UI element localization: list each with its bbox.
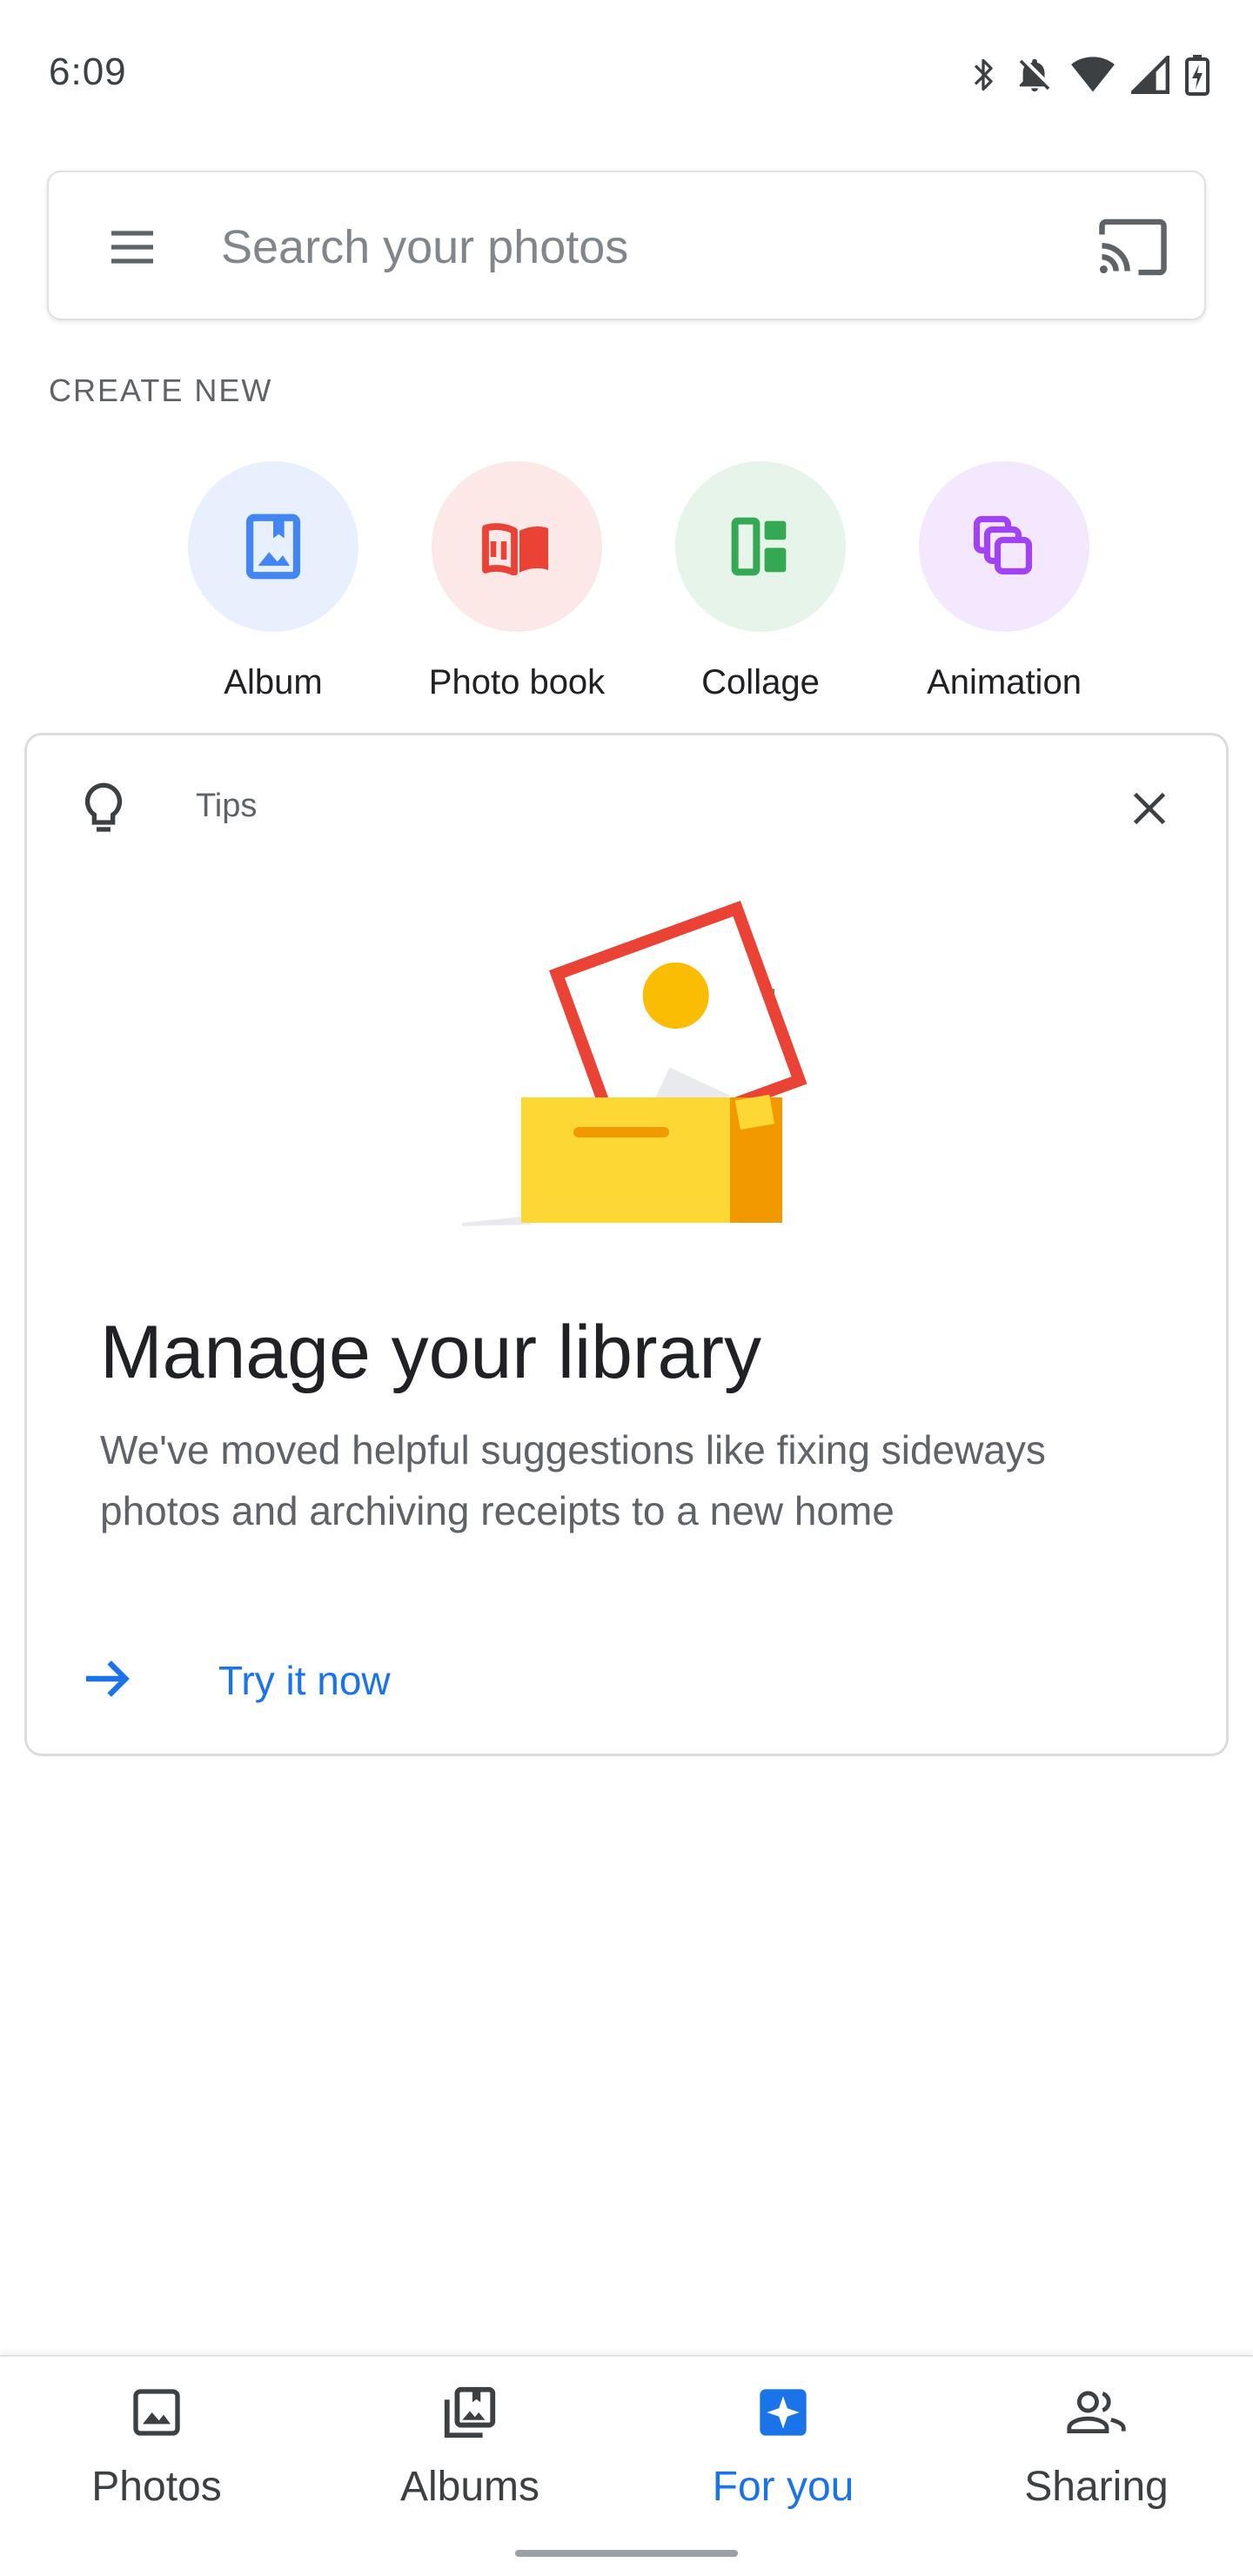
- notifications-off-icon: [1015, 54, 1055, 96]
- status-bar: 6:09: [0, 0, 1253, 148]
- bottom-navigation: Photos Albums For you Sharing: [0, 2355, 1253, 2576]
- for-you-icon: [752, 2381, 814, 2444]
- animation-label: Animation: [927, 663, 1082, 701]
- create-photo-book-button[interactable]: Photo book: [395, 461, 639, 702]
- nav-label-photos: Photos: [91, 2464, 222, 2510]
- nav-item-albums[interactable]: Albums: [313, 2381, 626, 2529]
- nav-label-for-you: For you: [712, 2464, 854, 2510]
- create-new-label: CREATE NEW: [49, 372, 273, 408]
- arrow-forward-icon: [79, 1651, 135, 1711]
- photos-icon: [125, 2381, 188, 2444]
- bluetooth-icon: [968, 54, 999, 96]
- wifi-icon: [1070, 56, 1116, 94]
- tips-card: Tips Manage your library We've moved hel…: [24, 733, 1229, 1756]
- status-icons: [968, 50, 1209, 99]
- nav-item-sharing[interactable]: Sharing: [940, 2381, 1253, 2529]
- try-it-now-button[interactable]: Try it now: [79, 1646, 391, 1715]
- photo-book-label: Photo book: [428, 663, 606, 701]
- close-icon[interactable]: [1122, 781, 1177, 836]
- lightbulb-icon: [79, 781, 128, 836]
- library-illustration: [445, 875, 845, 1240]
- menu-icon[interactable]: [104, 219, 160, 275]
- album-label: Album: [224, 663, 323, 701]
- create-album-button[interactable]: Album: [151, 461, 395, 702]
- cast-icon[interactable]: [1096, 218, 1169, 277]
- signal-icon: [1131, 56, 1169, 94]
- nav-item-photos[interactable]: Photos: [0, 2381, 313, 2529]
- tips-label: Tips: [196, 788, 258, 824]
- try-it-now-label: Try it now: [218, 1658, 391, 1703]
- collage-label: Collage: [701, 663, 820, 701]
- battery-charging-icon: [1185, 53, 1209, 97]
- home-indicator[interactable]: [515, 2550, 738, 2557]
- photo-book-icon: [432, 461, 602, 632]
- nav-label-sharing: Sharing: [1024, 2464, 1169, 2510]
- nav-item-for-you[interactable]: For you: [626, 2381, 940, 2529]
- tips-body: We've moved helpful suggestions like fix…: [100, 1427, 1046, 1533]
- create-collage-button[interactable]: Collage: [639, 461, 882, 702]
- create-animation-button[interactable]: Animation: [882, 461, 1126, 702]
- albums-icon: [439, 2381, 501, 2444]
- search-input[interactable]: [219, 207, 1089, 287]
- album-icon: [188, 461, 358, 632]
- status-time: 6:09: [49, 50, 127, 93]
- sharing-icon: [1065, 2381, 1128, 2444]
- animation-icon: [919, 461, 1089, 632]
- collage-icon: [675, 461, 846, 632]
- nav-label-albums: Albums: [399, 2464, 540, 2510]
- search-bar: [47, 171, 1206, 320]
- tips-title: Manage your library: [100, 1311, 762, 1394]
